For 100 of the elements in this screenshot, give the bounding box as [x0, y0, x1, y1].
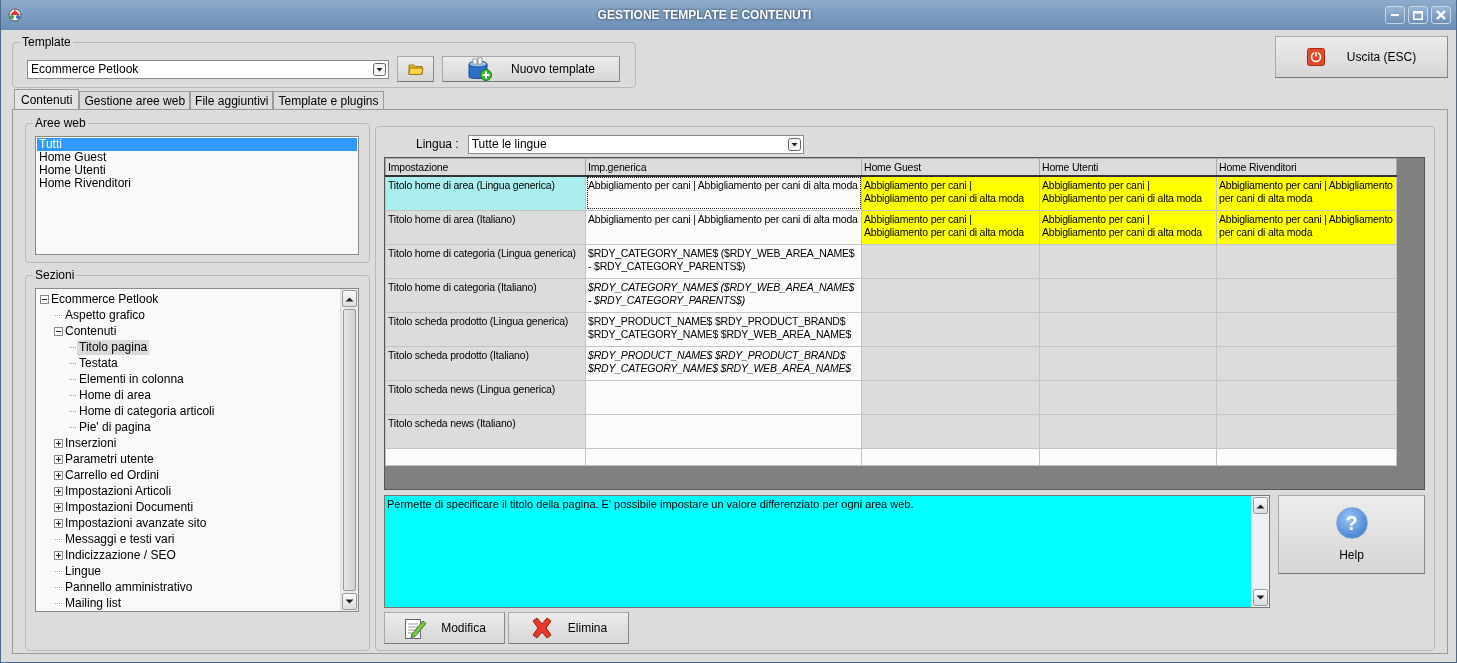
new-template-button[interactable]: Nuovo template: [442, 56, 620, 82]
scroll-down-icon: [345, 598, 354, 605]
tree-item[interactable]: Home di area: [77, 387, 154, 403]
tree-item[interactable]: Contenuti: [63, 323, 119, 339]
table-cell[interactable]: [1216, 278, 1397, 313]
template-dropdown[interactable]: Ecommerce Petlook: [27, 59, 389, 79]
tree-item[interactable]: Impostazioni Documenti: [63, 499, 196, 515]
tab[interactable]: File aggiuntivi: [190, 91, 274, 109]
table-cell[interactable]: [861, 244, 1040, 279]
table-cell[interactable]: $RDY_PRODUCT_NAME$ $RDY_PRODUCT_BRAND$ $RDY_CATEGORY_NAME$ $RDY_WEB_AREA_NAME$: [585, 346, 862, 381]
expand-icon[interactable]: [54, 486, 63, 496]
column-header[interactable]: Home Rivenditori: [1216, 158, 1397, 176]
table-cell[interactable]: Titolo home di area (Lingua generica): [385, 175, 586, 211]
scrollbar[interactable]: [1251, 496, 1269, 607]
expand-icon[interactable]: [54, 438, 63, 448]
box-add-icon: [466, 57, 493, 81]
table-cell[interactable]: Titolo scheda news (Lingua generica): [385, 380, 586, 415]
table-cell[interactable]: Titolo scheda prodotto (Lingua generica): [385, 312, 586, 347]
table-cell[interactable]: [1039, 312, 1217, 347]
table-cell[interactable]: [1039, 278, 1217, 313]
table-cell[interactable]: [861, 380, 1040, 415]
tree-item[interactable]: Carrello ed Ordini: [63, 467, 162, 483]
maximize-button[interactable]: [1408, 6, 1428, 24]
column-header[interactable]: Impostazione: [385, 158, 586, 176]
table-cell[interactable]: Abbigliamento per cani | Abbigliamento per cani di alta moda: [585, 175, 862, 211]
tree-item[interactable]: Parametri utente: [63, 451, 156, 467]
table-cell[interactable]: [1039, 414, 1217, 449]
folder-button[interactable]: [397, 56, 434, 82]
tree-item[interactable]: Impostazioni avanzate sito: [63, 515, 209, 531]
minimize-button[interactable]: [1385, 6, 1405, 24]
list-item[interactable]: Home Utenti: [37, 164, 357, 177]
tree-item[interactable]: Elementi in colonna: [77, 371, 186, 387]
table-cell[interactable]: [1039, 380, 1217, 415]
table-cell[interactable]: Titolo home di categoria (Italiano): [385, 278, 586, 313]
table-cell[interactable]: $RDY_CATEGORY_NAME$ ($RDY_WEB_AREA_NAME$ - $RDY_CATEGORY_PARENTS$): [585, 244, 862, 279]
table-cell[interactable]: [861, 346, 1040, 381]
table-cell[interactable]: Abbigliamento per cani | Abbigliamento per cani di alta moda: [1039, 175, 1217, 211]
language-dropdown[interactable]: Tutte le lingue: [467, 134, 804, 154]
edit-button[interactable]: Modifica: [384, 612, 505, 644]
expand-icon[interactable]: [54, 454, 63, 464]
folder-icon: [407, 62, 424, 76]
column-header[interactable]: Imp.generica: [585, 158, 862, 176]
column-header[interactable]: Home Guest: [861, 158, 1040, 176]
close-button[interactable]: [1431, 6, 1451, 24]
tab[interactable]: Template e plugins: [273, 91, 384, 109]
expand-icon[interactable]: [54, 502, 63, 512]
tab[interactable]: Contenuti: [14, 89, 80, 109]
table-cell[interactable]: [861, 312, 1040, 347]
table-cell[interactable]: Titolo home di area (Italiano): [385, 210, 586, 245]
collapse-icon[interactable]: [54, 326, 63, 336]
table-cell[interactable]: Abbigliamento per cani | Abbigliamento per cani di alta moda: [861, 175, 1040, 211]
expand-icon[interactable]: [54, 470, 63, 480]
table-cell[interactable]: [861, 414, 1040, 449]
tree-item[interactable]: Pannello amministrativo: [63, 579, 195, 595]
tree-item[interactable]: Messaggi e testi vari: [63, 531, 177, 547]
table-cell[interactable]: Abbigliamento per cani | Abbigliamento per cani di alta moda: [585, 210, 862, 245]
delete-button[interactable]: Elimina: [508, 612, 629, 644]
tree-item[interactable]: Pie' di pagina: [77, 419, 153, 435]
table-cell[interactable]: [1216, 414, 1397, 449]
exit-button[interactable]: Uscita (ESC): [1275, 36, 1448, 78]
table-cell[interactable]: [1216, 380, 1397, 415]
table-cell[interactable]: [861, 278, 1040, 313]
tree-item[interactable]: Titolo pagina: [77, 339, 150, 355]
table-cell[interactable]: Abbigliamento per cani | Abbigliamento per cani di alta moda: [861, 210, 1040, 245]
scrollbar[interactable]: [340, 289, 358, 611]
table-cell[interactable]: [1216, 312, 1397, 347]
table-cell[interactable]: [1216, 346, 1397, 381]
tree-item[interactable]: Mailing list: [63, 595, 123, 611]
collapse-icon[interactable]: [40, 294, 49, 304]
tree-item[interactable]: Home di categoria articoli: [77, 403, 217, 419]
tree-item[interactable]: Impostazioni Articoli: [63, 483, 174, 499]
table-cell[interactable]: [1039, 244, 1217, 279]
tree-item[interactable]: Inserzioni: [63, 435, 119, 451]
table-cell[interactable]: Abbigliamento per cani | Abbigliamento per cani di alta moda: [1216, 210, 1397, 245]
help-button[interactable]: ? Help: [1278, 495, 1425, 574]
list-item[interactable]: Home Rivenditori: [37, 177, 357, 190]
list-item[interactable]: Home Guest: [37, 151, 357, 164]
table-cell[interactable]: Titolo scheda news (Italiano): [385, 414, 586, 449]
tree-item[interactable]: Indicizzazione / SEO: [63, 547, 178, 563]
table-cell[interactable]: Abbigliamento per cani | Abbigliamento per cani di alta moda: [1039, 210, 1217, 245]
table-cell[interactable]: [585, 414, 862, 449]
table-cell[interactable]: Titolo scheda prodotto (Italiano): [385, 346, 586, 381]
column-header[interactable]: Home Utenti: [1039, 158, 1217, 176]
close-icon: [1436, 10, 1446, 20]
tree-item[interactable]: Lingue: [63, 563, 104, 579]
tab[interactable]: Gestione aree web: [79, 91, 191, 109]
table-cell[interactable]: Abbigliamento per cani | Abbigliamento per cani di alta moda: [1216, 175, 1397, 211]
table-cell[interactable]: [1039, 346, 1217, 381]
tree-item[interactable]: Aspetto grafico: [63, 307, 148, 323]
tree-item[interactable]: Ecommerce Petlook: [49, 291, 161, 307]
table-cell[interactable]: $RDY_PRODUCT_NAME$ $RDY_PRODUCT_BRAND$ $RDY_CATEGORY_NAME$ $RDY_WEB_AREA_NAME$: [585, 312, 862, 347]
table-cell[interactable]: Titolo home di categoria (Lingua generica): [385, 244, 586, 279]
table-cell[interactable]: [585, 380, 862, 415]
table-cell[interactable]: $RDY_CATEGORY_NAME$ ($RDY_WEB_AREA_NAME$ - $RDY_CATEGORY_PARENTS$): [585, 278, 862, 313]
expand-icon[interactable]: [54, 550, 63, 560]
expand-icon[interactable]: [54, 518, 63, 528]
table-cell[interactable]: [1216, 244, 1397, 279]
tree-item[interactable]: Testata: [77, 355, 120, 371]
power-icon: [1306, 48, 1325, 66]
maximize-icon: [1413, 10, 1423, 20]
